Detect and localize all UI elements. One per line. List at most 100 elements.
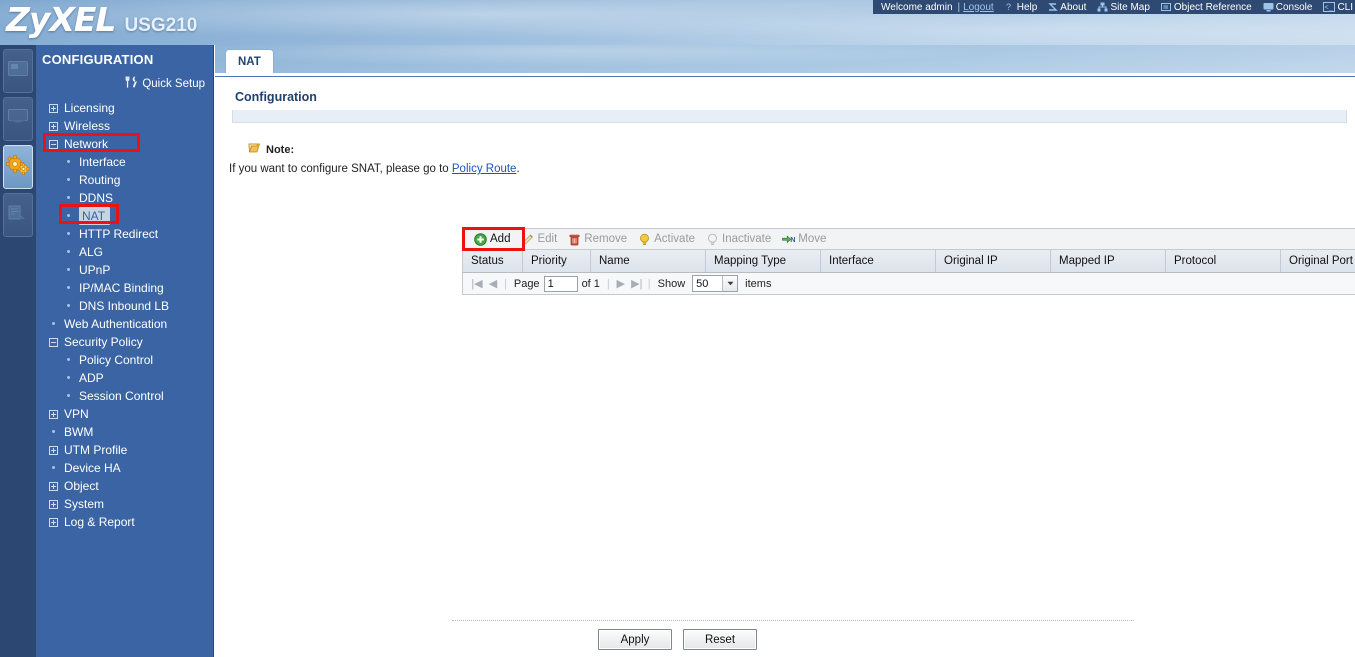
nav-site-map-label: Site Map [1110,1,1150,13]
sidebar-item-label: Device HA [64,461,121,475]
sidebar-item-alg[interactable]: • ALG [36,243,213,261]
page-input[interactable] [543,275,578,292]
sidebar-item-label: Licensing [64,101,115,115]
bullet-icon: • [66,246,71,258]
sidebar-item-vpn[interactable]: VPN [36,405,213,423]
logout-link[interactable]: Logout [963,2,994,13]
sidebar-item-ddns[interactable]: • DDNS [36,189,213,207]
console-icon [1263,2,1274,12]
sidebar-item-label: DDNS [79,191,114,205]
move-icon: N [782,233,795,246]
sidebar-item-security-policy[interactable]: Security Policy [36,333,213,351]
policy-route-link[interactable]: Policy Route [452,163,517,175]
apply-button[interactable]: Apply [598,629,672,650]
nav-about[interactable]: About [1048,2,1086,13]
sidebar-item-dns-inbound-lb[interactable]: • DNS Inbound LB [36,297,213,315]
move-button[interactable]: N Move [777,232,831,247]
nav-object-reference[interactable]: Object Reference [1160,1,1252,13]
sidebar-item-utm-profile[interactable]: UTM Profile [36,441,213,459]
sidebar-item-session-control[interactable]: • Session Control [36,387,213,405]
tab-strip: NAT [215,45,1355,73]
edit-button[interactable]: Edit [516,232,562,247]
bullet-icon: • [51,462,56,474]
nav-help[interactable]: ? Help [1005,2,1038,13]
sidebar-item-routing[interactable]: • Routing [36,171,213,189]
sidebar-item-adp[interactable]: • ADP [36,369,213,387]
inactivate-icon [706,233,719,246]
sidebar-item-label: Object [64,479,99,493]
column-header-mapping-type[interactable]: Mapping Type [706,250,821,272]
sidebar-item-upnp[interactable]: • UPnP [36,261,213,279]
last-page-button[interactable]: ▶| [629,277,645,290]
prev-page-button[interactable]: ◀ [485,277,501,290]
sidebar-item-wireless[interactable]: Wireless [36,117,213,135]
remove-icon [568,233,581,246]
sidebar-item-bwm[interactable]: • BWM [36,423,213,441]
reset-button[interactable]: Reset [683,629,757,650]
sidebar-item-policy-control[interactable]: • Policy Control [36,351,213,369]
expand-icon[interactable] [49,481,58,491]
chevron-down-icon [722,276,738,291]
column-header-mapped-ip[interactable]: Mapped IP [1051,250,1166,272]
inactivate-button[interactable]: Inactivate [701,232,776,247]
column-header-label: Mapping Type [714,255,787,267]
page-size-select[interactable]: 50 [692,275,739,292]
sidebar-item-device-ha[interactable]: • Device HA [36,459,213,477]
expand-icon[interactable] [49,103,58,113]
nav-cli-label: CLI [1337,1,1353,13]
rail-button-dashboard[interactable] [3,49,33,93]
cli-icon: <_ [1323,2,1336,12]
sidebar-item-object[interactable]: Object [36,477,213,495]
first-page-button[interactable]: |◀ [469,277,485,290]
column-header-status[interactable]: Status [463,250,523,272]
column-header-label: Name [599,255,630,267]
nav-object-reference-label: Object Reference [1173,1,1252,13]
sidebar-item-http-redirect[interactable]: • HTTP Redirect [36,225,213,243]
sitemap-icon [1097,2,1108,12]
note-icon [248,141,261,159]
rail-button-monitor[interactable] [3,97,33,141]
move-button-label: Move [798,233,827,245]
expand-icon[interactable] [49,517,58,527]
column-header-original-port[interactable]: Original Port [1281,250,1355,272]
sidebar-item-network[interactable]: Network [36,135,213,153]
expand-icon[interactable] [49,409,58,419]
add-button[interactable]: Add [469,232,515,247]
nav-cli[interactable]: <_ CLI [1323,2,1353,13]
sidebar-item-interface[interactable]: • Interface [36,153,213,171]
activate-button[interactable]: Activate [633,232,700,247]
tab-nat[interactable]: NAT [225,49,274,73]
column-header-interface[interactable]: Interface [821,250,936,272]
nav-console[interactable]: Console [1263,2,1312,13]
collapse-icon[interactable] [49,337,58,347]
column-header-original-ip[interactable]: Original IP [936,250,1051,272]
column-header-label: Original Port [1289,255,1353,267]
column-header-name[interactable]: Name [591,250,706,272]
expand-icon[interactable] [49,499,58,509]
sidebar-item-web-authentication[interactable]: • Web Authentication [36,315,213,333]
collapse-icon[interactable] [49,139,58,149]
sidebar-item-label: System [64,497,105,511]
sidebar-item-label: DNS Inbound LB [79,299,170,313]
sidebar-item-nat[interactable]: • NAT [36,207,213,225]
sidebar: CONFIGURATION Quick Setup Licensing Wirel… [36,45,214,657]
rail-button-maintenance[interactable] [3,193,33,237]
column-header-protocol[interactable]: Protocol [1166,250,1281,272]
column-header-priority[interactable]: Priority [523,250,591,272]
sidebar-title: CONFIGURATION [42,52,154,67]
sidebar-item-system[interactable]: System [36,495,213,513]
sidebar-item-licensing[interactable]: Licensing [36,99,213,117]
pagination-separator-1: | [504,277,507,290]
page-of-label: of 1 [581,277,600,290]
sidebar-item-log-report[interactable]: Log & Report [36,513,213,531]
quick-setup-label: Quick Setup [142,78,205,90]
next-page-button[interactable]: ▶ [613,277,629,290]
quick-setup-button[interactable]: Quick Setup [36,72,213,99]
edit-button-label: Edit [537,233,558,245]
expand-icon[interactable] [49,445,58,455]
nav-site-map[interactable]: Site Map [1097,1,1150,13]
remove-button[interactable]: Remove [563,232,632,247]
sidebar-item-ip-mac-binding[interactable]: • IP/MAC Binding [36,279,213,297]
rail-button-configuration[interactable] [3,145,33,189]
expand-icon[interactable] [49,121,58,131]
